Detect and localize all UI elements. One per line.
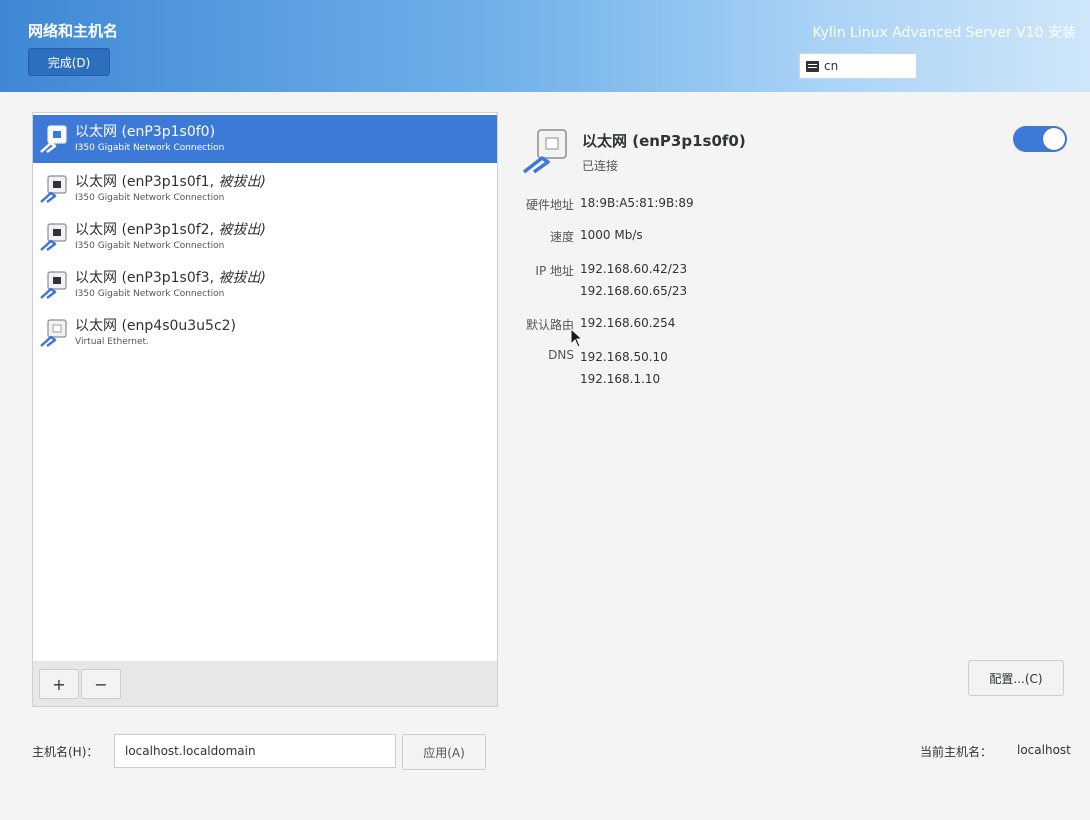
default-route-label: 默认路由 (525, 318, 574, 332)
device-description: I350 Gigabit Network Connection (75, 241, 225, 251)
device-description: Virtual Ethernet. (75, 337, 149, 347)
connection-toggle[interactable] (1013, 126, 1067, 152)
page-title: 网络和主机名 (28, 22, 119, 40)
speed-value: 1000 Mb/s (580, 228, 643, 242)
ethernet-icon (40, 319, 67, 347)
device-name: 以太网 (enP3p1s0f1, 被拔出) (75, 174, 266, 190)
ethernet-icon (40, 125, 67, 153)
ethernet-icon (522, 129, 567, 174)
current-hostname-value: localhost (1017, 743, 1071, 757)
keyboard-icon (806, 60, 819, 72)
ip-address-value: 192.168.60.42/23 (580, 262, 688, 276)
ethernet-icon (40, 175, 67, 203)
device-detail-name: 以太网 (enP3p1s0f0) (582, 132, 746, 150)
ip-address-label: IP 地址 (535, 264, 574, 278)
device-name: 以太网 (enP3p1s0f2, 被拔出) (75, 222, 266, 238)
dns-value: 192.168.50.10 (580, 350, 668, 364)
ethernet-icon (40, 271, 67, 299)
configure-button[interactable]: 配置...(C) (968, 660, 1064, 696)
done-button[interactable]: 完成(D) (28, 48, 110, 76)
ip-address-value: 192.168.60.65/23 (580, 284, 688, 298)
keyboard-layout-label: cn (824, 59, 839, 73)
dns-value: 192.168.1.10 (580, 372, 661, 386)
hostname-label: 主机名(H)： (32, 745, 99, 759)
device-description: I350 Gigabit Network Connection (75, 143, 225, 153)
keyboard-layout-indicator[interactable]: cn (799, 53, 917, 79)
connection-status: 已连接 (582, 159, 619, 173)
default-route-value: 192.168.60.254 (580, 316, 676, 330)
hardware-address-label: 硬件地址 (525, 198, 574, 212)
network-device-list: 以太网 (enP3p1s0f0) I350 Gigabit Network Co… (32, 112, 498, 662)
dns-label: DNS (548, 348, 574, 362)
mouse-pointer-icon (570, 328, 584, 348)
list-item[interactable]: 以太网 (enP3p1s0f1, 被拔出) I350 Gigabit Netwo… (33, 165, 497, 213)
speed-label: 速度 (549, 230, 574, 244)
device-description: I350 Gigabit Network Connection (75, 193, 225, 203)
list-item[interactable]: 以太网 (enp4s0u3u5c2) Virtual Ethernet. (33, 309, 497, 357)
remove-device-button[interactable]: − (81, 669, 121, 699)
device-name: 以太网 (enp4s0u3u5c2) (75, 318, 237, 334)
hostname-input[interactable] (114, 734, 396, 768)
ethernet-icon (40, 223, 67, 251)
device-description: I350 Gigabit Network Connection (75, 289, 225, 299)
header-bar: 网络和主机名 完成(D) Kylin Linux Advanced Server… (0, 0, 1090, 92)
device-name: 以太网 (enP3p1s0f3, 被拔出) (75, 270, 266, 286)
device-list-toolbar: + − (32, 661, 498, 707)
list-item[interactable]: 以太网 (enP3p1s0f3, 被拔出) I350 Gigabit Netwo… (33, 261, 497, 309)
hardware-address-value: 18:9B:A5:81:9B:89 (580, 196, 694, 210)
toggle-knob (1043, 128, 1065, 150)
product-title: Kylin Linux Advanced Server V10 安装 (812, 25, 1076, 41)
list-item[interactable]: 以太网 (enP3p1s0f2, 被拔出) I350 Gigabit Netwo… (33, 213, 497, 261)
device-name: 以太网 (enP3p1s0f0) (75, 124, 216, 140)
apply-hostname-button[interactable]: 应用(A) (402, 734, 486, 770)
list-item[interactable]: 以太网 (enP3p1s0f0) I350 Gigabit Network Co… (33, 115, 497, 163)
add-device-button[interactable]: + (39, 669, 79, 699)
current-hostname-label: 当前主机名： (920, 745, 993, 759)
